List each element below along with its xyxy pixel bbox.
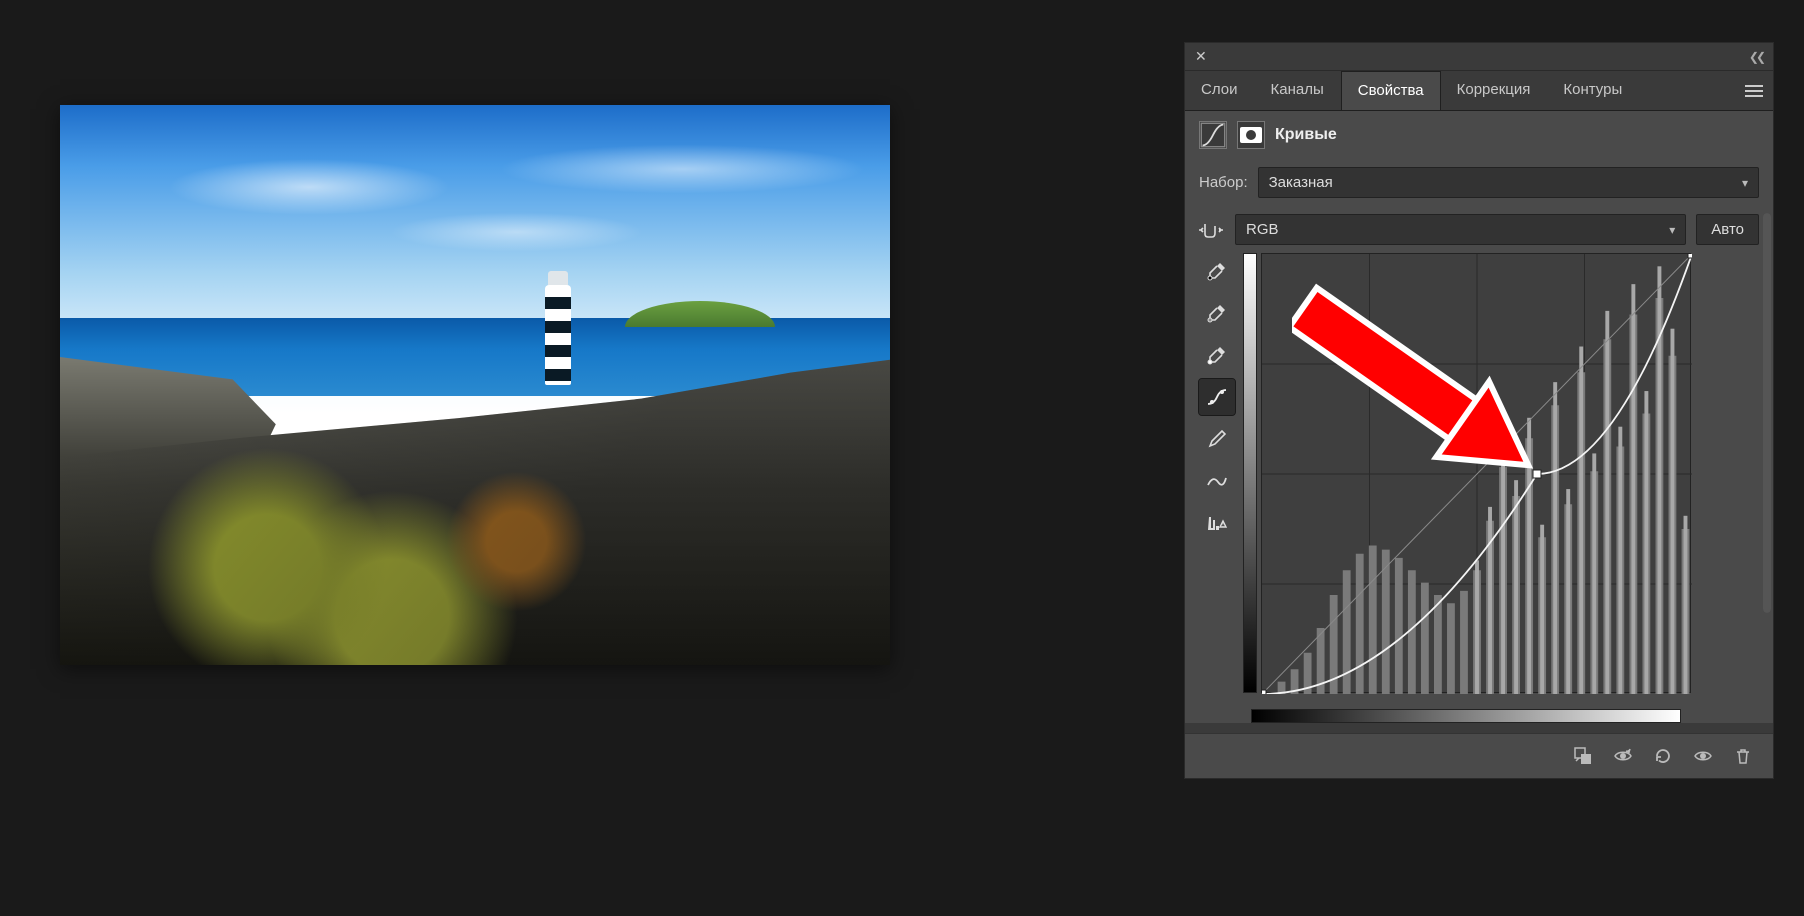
preset-label: Набор:: [1199, 174, 1248, 191]
channel-dropdown[interactable]: RGB ▾: [1235, 214, 1686, 245]
panel-body: Набор: Заказная ▾ RGB ▾ Авто: [1185, 159, 1773, 723]
curves-adjustment-icon[interactable]: [1199, 121, 1227, 149]
delete-button[interactable]: [1725, 742, 1761, 770]
curves-svg[interactable]: [1262, 254, 1692, 694]
curves-editor: !: [1185, 253, 1773, 705]
smooth-curve-button[interactable]: [1199, 463, 1235, 499]
tab-layers[interactable]: Слои: [1185, 71, 1254, 110]
tab-properties[interactable]: Свойства: [1341, 71, 1441, 110]
chevron-down-icon: ▾: [1742, 176, 1748, 190]
panel-titlebar: ✕ ❮❮: [1185, 43, 1773, 71]
preset-dropdown[interactable]: Заказная ▾: [1258, 167, 1759, 198]
curves-tools: !: [1199, 253, 1235, 693]
eyedropper-black-button[interactable]: [1199, 253, 1235, 289]
targeted-adjust-icon[interactable]: [1199, 220, 1225, 240]
panel-tabs: Слои Каналы Свойства Коррекция Контуры: [1185, 71, 1773, 111]
panel-scrollbar[interactable]: [1763, 213, 1771, 613]
curve-point-tool-button[interactable]: [1199, 379, 1235, 415]
tab-paths[interactable]: Контуры: [1547, 71, 1639, 110]
panel-close-icon[interactable]: ✕: [1191, 46, 1211, 67]
reset-button[interactable]: [1645, 742, 1681, 770]
auto-button[interactable]: Авто: [1696, 214, 1759, 245]
clouds: [60, 115, 890, 295]
input-gradient: [1251, 709, 1681, 723]
output-gradient: [1243, 253, 1257, 693]
adjustment-header: Кривые: [1185, 111, 1773, 159]
curves-graph[interactable]: [1261, 253, 1691, 693]
panel-collapse-icon[interactable]: ❮❮: [1745, 48, 1767, 66]
adjustment-type-label: Кривые: [1275, 126, 1337, 144]
preset-row: Набор: Заказная ▾: [1185, 159, 1773, 206]
svg-text:!: !: [1222, 523, 1223, 529]
panel-menu-button[interactable]: [1735, 71, 1773, 110]
view-previous-button[interactable]: [1605, 742, 1641, 770]
channel-value: RGB: [1246, 221, 1279, 238]
channel-row: RGB ▾ Авто: [1185, 206, 1773, 253]
preset-value: Заказная: [1269, 174, 1333, 191]
pencil-tool-button[interactable]: [1199, 421, 1235, 457]
eyedropper-gray-button[interactable]: [1199, 295, 1235, 331]
chevron-down-icon: ▾: [1669, 223, 1675, 237]
lighthouse: [545, 285, 571, 385]
visibility-button[interactable]: [1685, 742, 1721, 770]
clipping-warning-button[interactable]: !: [1199, 505, 1235, 541]
panel-footer: [1185, 733, 1773, 778]
graph-wrap: [1243, 253, 1759, 693]
clip-to-layer-button[interactable]: [1565, 742, 1601, 770]
properties-panel: ✕ ❮❮ Слои Каналы Свойства Коррекция Конт…: [1184, 42, 1774, 779]
scrollbar-thumb[interactable]: [1763, 213, 1771, 613]
menu-icon: [1745, 85, 1763, 97]
tab-adjustments[interactable]: Коррекция: [1441, 71, 1548, 110]
tab-channels[interactable]: Каналы: [1254, 71, 1340, 110]
eyedropper-white-button[interactable]: [1199, 337, 1235, 373]
document-canvas[interactable]: [60, 105, 890, 665]
layer-mask-icon[interactable]: [1237, 121, 1265, 149]
